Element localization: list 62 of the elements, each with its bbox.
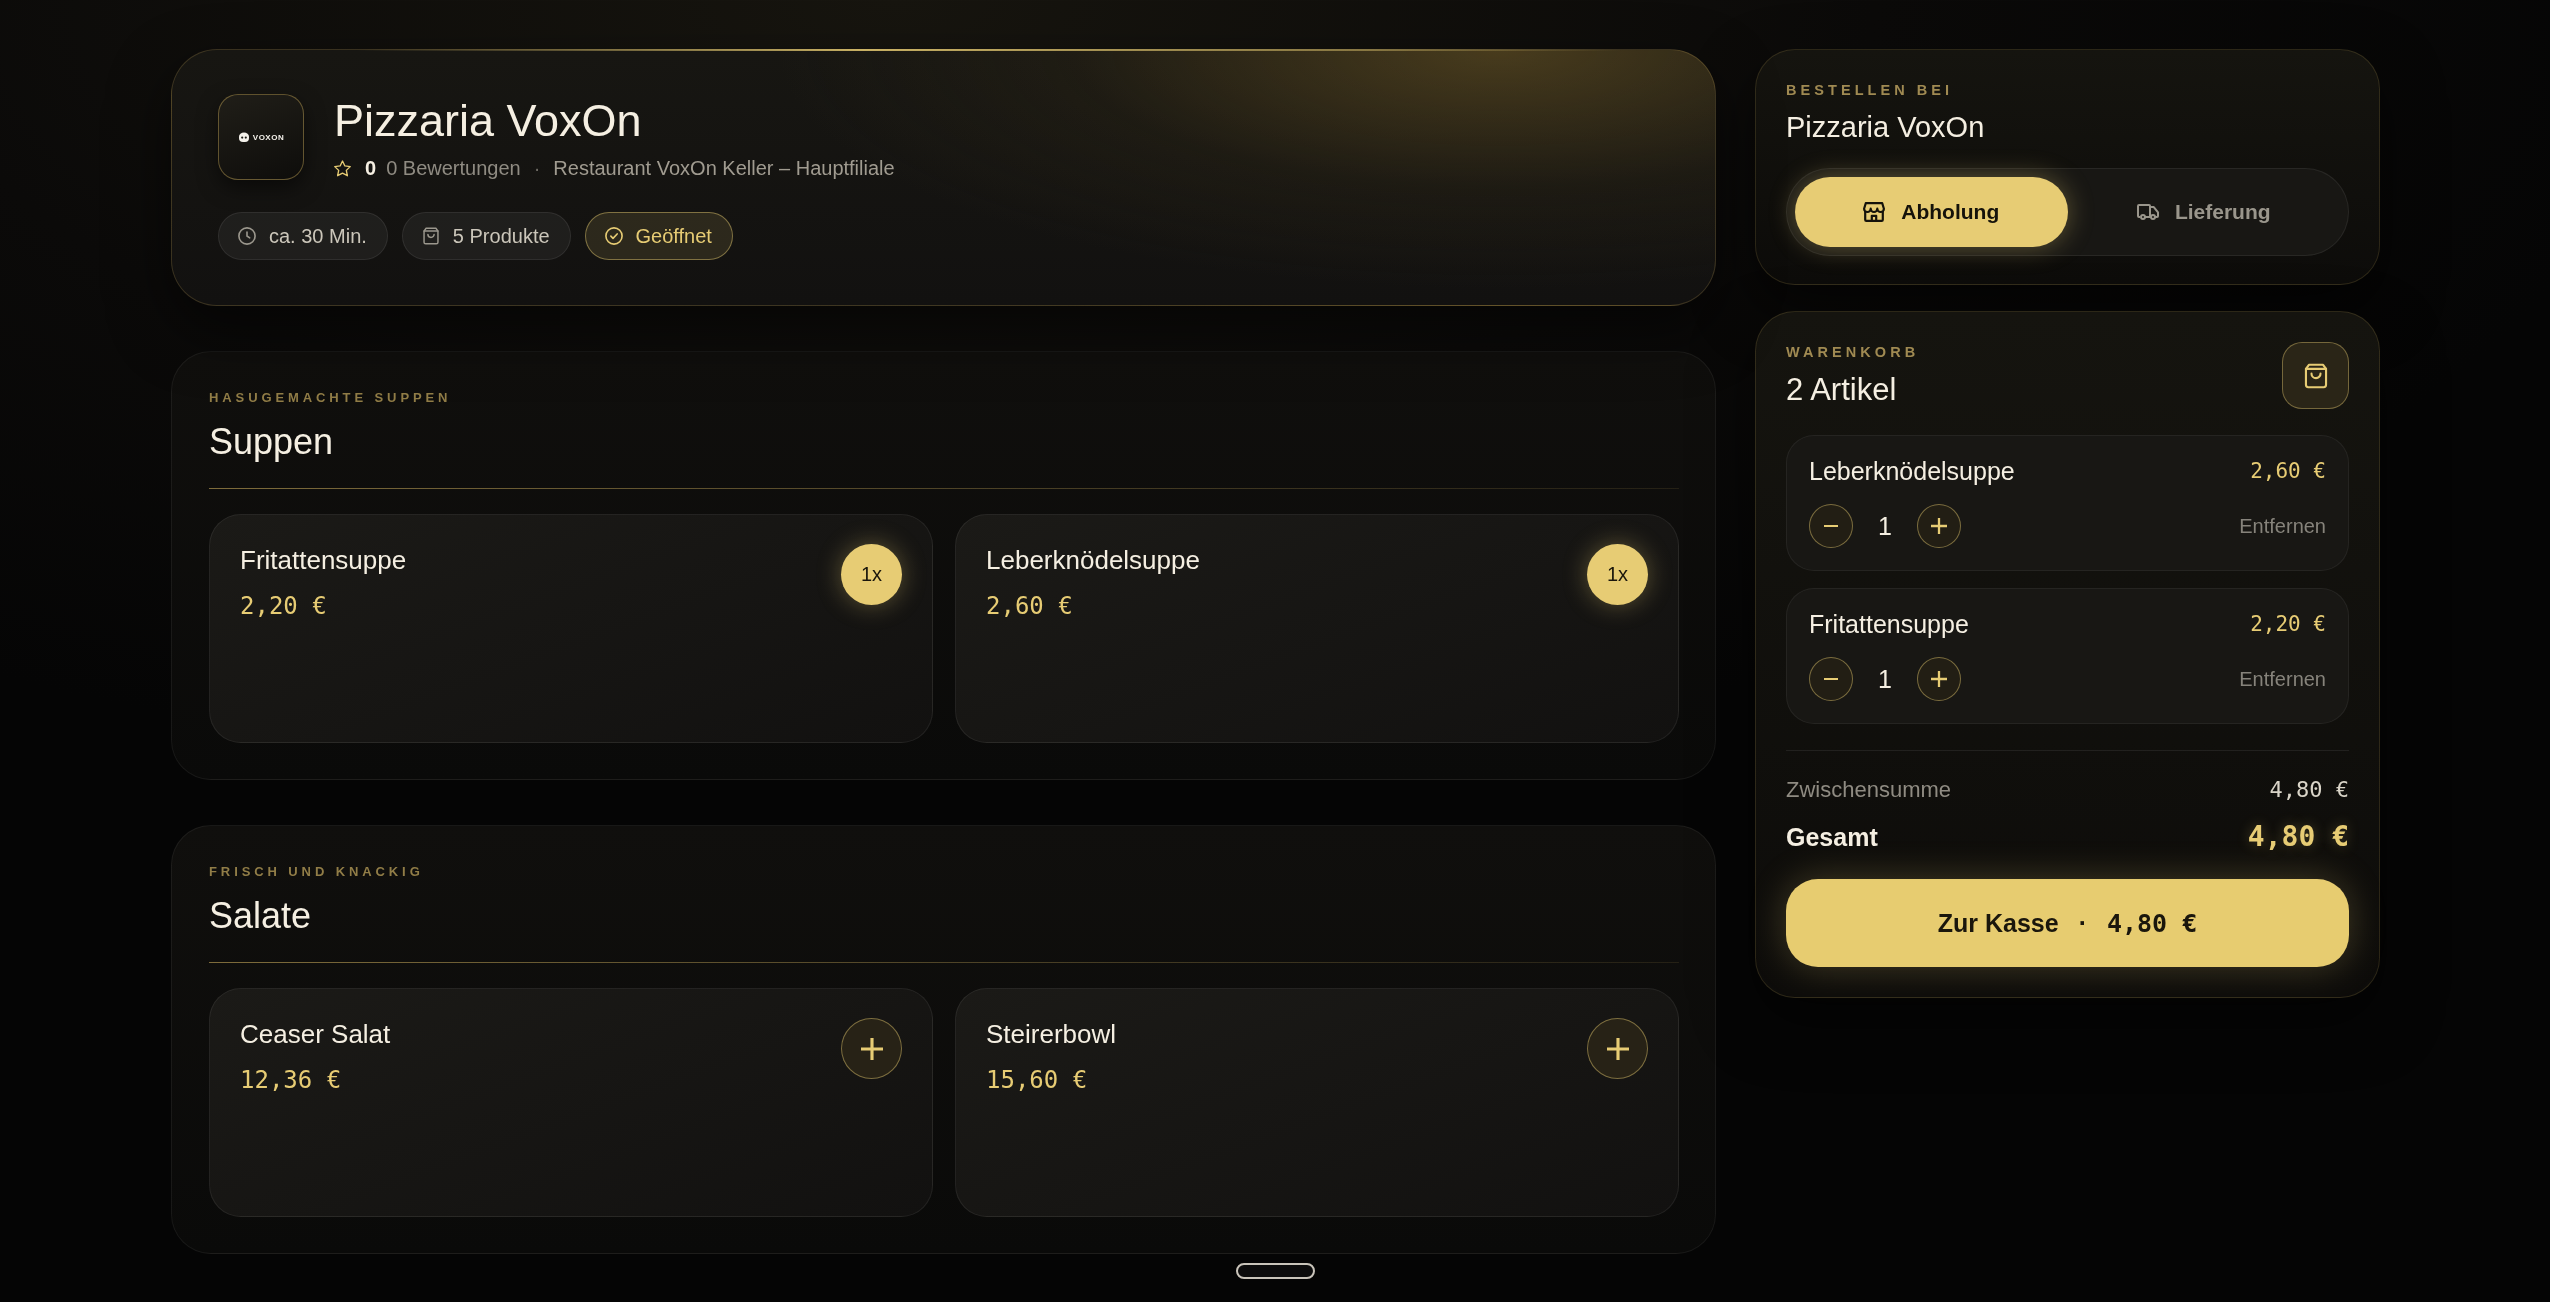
section-title: Suppen xyxy=(209,420,334,464)
minus-icon xyxy=(1823,678,1839,680)
remove-link[interactable]: Entfernen xyxy=(2239,667,2326,691)
plus-icon xyxy=(1931,671,1947,687)
store-icon xyxy=(1863,202,1886,222)
section-title: Salate xyxy=(209,894,312,938)
item-quantity: 1 xyxy=(1877,664,1893,694)
item-name: Fritattensuppe xyxy=(1809,609,1969,639)
plus-icon xyxy=(1606,1037,1629,1060)
increase-button[interactable] xyxy=(1917,504,1961,548)
mode-tab[interactable]: Lieferung xyxy=(2067,177,2340,247)
subtotal-label: Zwischensumme xyxy=(1786,776,1952,804)
increase-button[interactable] xyxy=(1917,657,1961,701)
pill-handle-icon xyxy=(1236,1263,1315,1279)
cart-title: 2 Artikel xyxy=(1786,370,1897,409)
chip-label: 5 Produkte xyxy=(452,224,550,248)
item-price: 2,20 € xyxy=(2250,611,2326,637)
product-name: Ceaser Salat xyxy=(240,1018,391,1050)
total-value: 4,80 € xyxy=(2247,820,2349,854)
logo-wordmark: VOXON xyxy=(252,132,285,142)
cart-eyebrow: WARENKORB xyxy=(1786,342,1920,361)
clock-icon xyxy=(238,227,256,245)
quantity-badge: 1x xyxy=(841,544,902,605)
item-price: 2,60 € xyxy=(2250,458,2326,484)
decrease-button[interactable] xyxy=(1809,657,1853,701)
product-price: 2,60 € xyxy=(986,591,1073,621)
separator-dot: · xyxy=(533,156,541,180)
chip-label: Geöffnet xyxy=(635,224,712,248)
checkout-button[interactable]: Zur Kasse · 4,80 € xyxy=(1786,879,2349,967)
product-price: 2,20 € xyxy=(240,591,327,621)
product-name: Fritattensuppe xyxy=(240,544,407,576)
truck-icon xyxy=(2136,202,2159,222)
panel-restaurant-name: Pizzaria VoxOn xyxy=(1786,110,1985,144)
plus-icon xyxy=(860,1037,883,1060)
item-name: Leberknödelsuppe xyxy=(1809,456,2015,486)
plus-icon xyxy=(1931,518,1947,534)
chip-label: ca. 30 Min. xyxy=(269,224,367,248)
branch-name: Restaurant VoxOn Keller – Hauptfiliale xyxy=(553,156,895,180)
star-icon xyxy=(334,159,351,177)
total-label: Gesamt xyxy=(1786,822,1878,852)
robot-head-icon xyxy=(237,132,250,142)
check-circle-icon xyxy=(604,227,623,245)
restaurant-name: Pizzaria VoxOn xyxy=(334,94,642,148)
product-price: 15,60 € xyxy=(986,1065,1088,1095)
section-eyebrow: FRISCH UND KNACKIG xyxy=(209,863,424,881)
remove-link[interactable]: Entfernen xyxy=(2239,514,2326,538)
bag-icon xyxy=(2303,362,2328,389)
item-quantity: 1 xyxy=(1877,511,1893,541)
mode-tab[interactable]: Abholung xyxy=(1795,177,2068,247)
product-name: Steirerbowl xyxy=(986,1018,1117,1050)
product-price: 12,36 € xyxy=(240,1065,342,1095)
product-name: Leberknödelsuppe xyxy=(986,544,1200,576)
bag-button[interactable] xyxy=(2282,342,2349,409)
quantity-badge: 1x xyxy=(1587,544,1648,605)
review-count: 0 Bewertungen xyxy=(386,156,521,180)
bag-icon xyxy=(421,227,440,245)
panel-eyebrow: BESTELLEN BEI xyxy=(1786,81,1954,99)
minus-icon xyxy=(1823,525,1839,527)
subtotal-value: 4,80 € xyxy=(2269,776,2349,804)
section-eyebrow: HASUGEMACHTE SUPPEN xyxy=(209,389,452,407)
rating-value: 0 xyxy=(365,156,377,180)
decrease-button[interactable] xyxy=(1809,504,1853,548)
